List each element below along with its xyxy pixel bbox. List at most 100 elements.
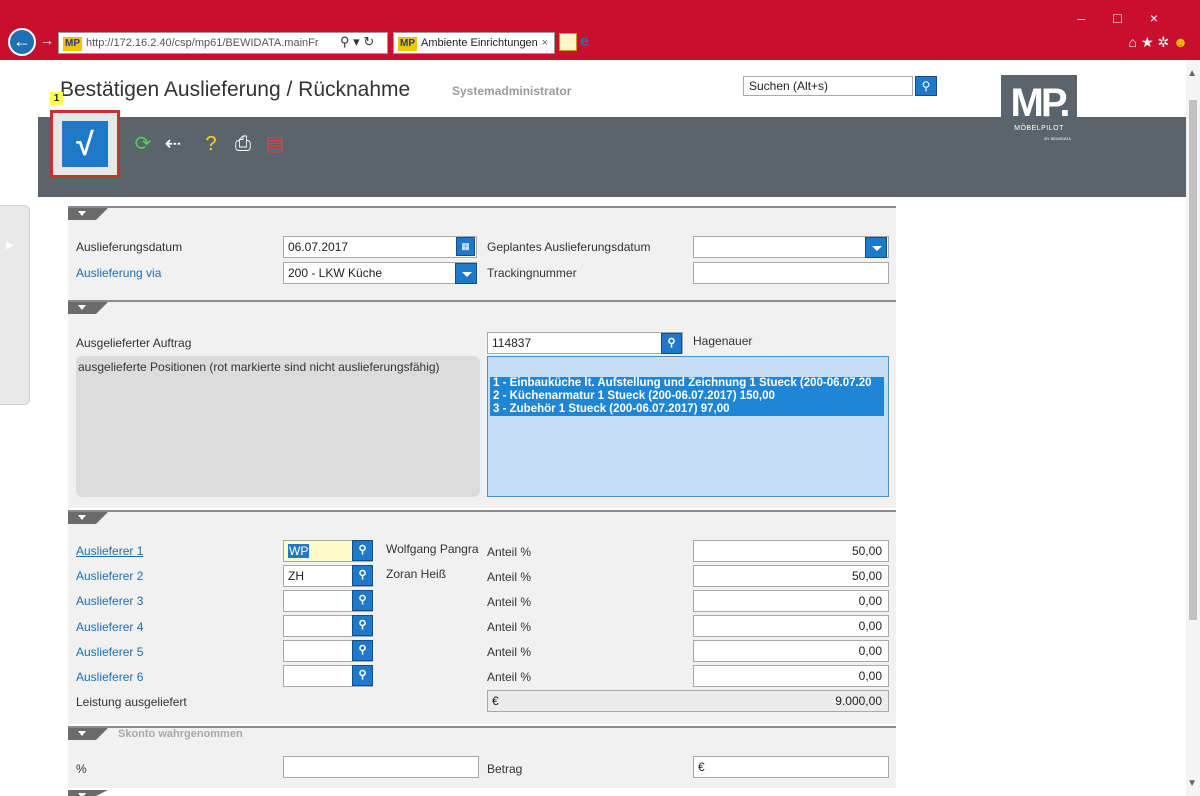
list-item[interactable]: 1 - Einbauküche lt. Aufstellung und Zeic… (490, 377, 884, 390)
edge-icon[interactable]: e (580, 33, 600, 51)
search-input[interactable]: Suchen (Alt+s) (743, 76, 913, 96)
anteil-6-input[interactable]: 0,00 (693, 665, 889, 687)
anteil-3-input[interactable]: 0,00 (693, 590, 889, 612)
anteil-1-input[interactable]: 50,00 (693, 540, 889, 562)
print-icon[interactable]: ⎙ (230, 130, 256, 158)
favorites-star-icon[interactable]: ★ (1141, 34, 1158, 50)
pdf-icon[interactable]: ▤ (262, 130, 288, 158)
back-icon[interactable]: ⇠ (160, 130, 186, 158)
geplantes-datum-select[interactable] (693, 236, 889, 258)
section-divider (68, 206, 896, 208)
smiley-icon[interactable]: ☻ (1173, 34, 1192, 50)
chevron-down-icon[interactable] (865, 237, 887, 258)
moebelpilot-logo: MP. MÖBELPILOT BY BEWIDATA (1001, 75, 1077, 163)
close-tab-icon[interactable]: × (542, 33, 548, 53)
anteil-2-input[interactable]: 50,00 (693, 565, 889, 587)
trackingnummer-label: Trackingnummer (487, 266, 577, 280)
positionen-list[interactable]: 1 - Einbauküche lt. Aufstellung und Zeic… (487, 356, 889, 497)
auslieferer-5-label[interactable]: Auslieferer 5 (76, 645, 143, 659)
tab-title: Ambiente Einrichtungen (421, 37, 538, 49)
auslieferungsdatum-input[interactable]: 06.07.2017 (283, 236, 477, 258)
search-icon[interactable]: ⚲ (352, 540, 373, 561)
list-item[interactable]: 3 - Zubehör 1 Stueck (200-06.07.2017) 97… (490, 403, 884, 416)
auslieferung-via-select[interactable]: 200 - LKW Küche (283, 262, 477, 284)
prozent-label: % (76, 762, 87, 776)
positions-label-area (76, 356, 480, 497)
scroll-down-icon[interactable]: ▼ (1187, 778, 1197, 789)
refresh-icon[interactable]: ↻ (363, 34, 374, 49)
logo-subtext: BY BEWIDATA (1044, 136, 1071, 141)
search-icon[interactable]: ⚲ (352, 590, 373, 611)
anteil-label: Anteil % (487, 545, 532, 559)
home-icon[interactable]: ⌂ (1129, 34, 1141, 50)
back-arrow-icon[interactable]: ← (8, 28, 36, 56)
browser-tools[interactable]: ⌂★✲☻ (1129, 34, 1193, 51)
anteil-label: Anteil % (487, 595, 532, 609)
skonto-section-title: Skonto wahrgenommen (118, 728, 243, 740)
calendar-icon[interactable]: ▦ (456, 237, 475, 256)
user-name: Systemadministrator (452, 84, 572, 98)
address-bar[interactable]: MP http://172.16.2.40/csp/mp61/BEWIDATA.m… (58, 32, 388, 54)
close-window-icon[interactable]: × (1150, 10, 1186, 26)
leistung-currency: € (492, 694, 499, 708)
leistung-value: 9.000,00 (835, 694, 882, 708)
auslieferer-2-label[interactable]: Auslieferer 2 (76, 569, 143, 583)
dropdown-icon[interactable]: ▾ (353, 34, 360, 49)
scroll-thumb[interactable] (1189, 100, 1197, 620)
side-expand-icon[interactable]: ▶ (6, 240, 14, 251)
collapse-toggle[interactable] (68, 790, 108, 796)
address-actions[interactable]: ⚲ ▾ ↻ (340, 32, 374, 54)
browser-chrome: ← → MP http://172.16.2.40/csp/mp61/BEWIDA… (0, 0, 1200, 60)
auslieferer-4-label[interactable]: Auslieferer 4 (76, 620, 143, 634)
anteil-5-input[interactable]: 0,00 (693, 640, 889, 662)
confirm-highlight: √ (50, 110, 120, 178)
auslieferer-3-label[interactable]: Auslieferer 3 (76, 594, 143, 608)
trackingnummer-input[interactable] (693, 262, 889, 284)
window-controls[interactable]: –□× (1078, 10, 1186, 26)
forward-arrow-icon[interactable]: → (40, 32, 54, 48)
anteil-label: Anteil % (487, 620, 532, 634)
auslieferungsdatum-label: Auslieferungsdatum (76, 240, 183, 254)
step-badge: 1 (50, 92, 63, 105)
address-url: http://172.16.2.40/csp/mp61/BEWIDATA.mai… (86, 37, 319, 49)
auslieferer-1-code-text: WP (288, 544, 310, 558)
auftrag-input[interactable]: 114837 (487, 332, 683, 354)
auslieferer-2-name: Zoran Heiß (386, 567, 447, 581)
search-icon[interactable]: ⚲ (661, 333, 682, 354)
section-divider (68, 300, 896, 302)
side-panel-toggle[interactable] (0, 205, 30, 405)
confirm-button[interactable]: √ (62, 121, 108, 167)
geplantes-datum-label: Geplantes Auslieferungsdatum (487, 240, 651, 254)
new-tab-icon[interactable] (559, 33, 577, 51)
search-icon[interactable]: ⚲ (352, 665, 373, 686)
chevron-down-icon[interactable] (455, 263, 477, 284)
logo-mark: MP. (1010, 81, 1071, 125)
minimize-icon[interactable]: – (1078, 10, 1114, 26)
left-strip (0, 60, 38, 796)
maximize-icon[interactable]: □ (1113, 10, 1149, 26)
prozent-input[interactable] (283, 756, 479, 778)
auslieferer-6-label[interactable]: Auslieferer 6 (76, 670, 143, 684)
betrag-input[interactable]: € (693, 756, 889, 778)
tab-ambiente[interactable]: MP Ambiente Einrichtungen × (393, 32, 555, 54)
search-icon[interactable]: ⚲ (352, 640, 373, 661)
auslieferer-1-label[interactable]: Auslieferer 1 (76, 544, 143, 558)
anteil-4-input[interactable]: 0,00 (693, 615, 889, 637)
list-item[interactable]: 2 - Küchenarmatur 1 Stueck (200-06.07.20… (490, 390, 884, 403)
search-icon[interactable]: ⚲ (352, 565, 373, 586)
section-divider (68, 510, 896, 512)
auftrag-label: Ausgelieferter Auftrag (76, 336, 192, 350)
anteil-label: Anteil % (487, 570, 532, 584)
refresh-icon[interactable]: ⟳ (130, 130, 156, 158)
anteil-label: Anteil % (487, 645, 532, 659)
tab-favicon: MP (398, 37, 417, 51)
help-icon[interactable]: ? (198, 130, 224, 158)
search-icon[interactable]: ⚲ (352, 615, 373, 636)
search-button[interactable]: ⚲ (915, 76, 937, 96)
leistung-label: Leistung ausgeliefert (76, 695, 187, 709)
search-icon[interactable]: ⚲ (340, 34, 350, 49)
scroll-up-icon[interactable]: ▲ (1187, 68, 1197, 79)
kunde-name: Hagenauer (693, 334, 753, 348)
settings-gear-icon[interactable]: ✲ (1158, 34, 1174, 50)
auslieferung-via-label[interactable]: Auslieferung via (76, 266, 161, 280)
